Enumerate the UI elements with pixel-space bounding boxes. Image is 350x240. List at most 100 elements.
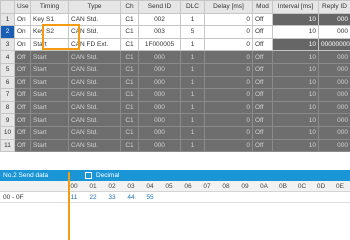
dlc-cell[interactable]: 1 — [180, 62, 205, 77]
use-cell[interactable]: On — [14, 37, 31, 52]
col-header-type[interactable]: Type — [68, 0, 121, 14]
type-cell[interactable]: CAN FD Ext. — [68, 37, 121, 52]
table-row[interactable]: 4 Off Start CAN Std. C1 000 1 0 Off 10 000 — [0, 50, 350, 64]
mod-cell[interactable]: Off — [252, 138, 273, 153]
timing-cell[interactable]: Start — [30, 37, 69, 52]
send-id-cell[interactable]: 000 — [138, 88, 181, 102]
delay-cell[interactable]: 0 — [204, 12, 253, 27]
delay-cell[interactable]: 0 — [204, 138, 253, 153]
reply-id-cell[interactable]: 000 — [318, 75, 350, 90]
type-cell[interactable]: CAN Std. — [68, 138, 121, 153]
hex-value-cell[interactable]: 33 — [102, 192, 122, 203]
send-id-cell[interactable]: 000 — [138, 138, 181, 153]
send-id-cell[interactable]: 000 — [138, 50, 181, 64]
ch-cell[interactable]: C1 — [120, 100, 139, 115]
dlc-cell[interactable]: 1 — [180, 12, 205, 27]
send-id-cell[interactable]: 000 — [138, 62, 181, 77]
type-cell[interactable]: CAN Std. — [68, 75, 121, 90]
delay-cell[interactable]: 0 — [204, 125, 253, 140]
mod-cell[interactable]: Off — [252, 88, 273, 102]
table-row[interactable]: 6 Off Start CAN Std. C1 000 1 0 Off 10 000 — [0, 75, 350, 90]
dlc-cell[interactable]: 1 — [180, 125, 205, 140]
col-header-dlc[interactable]: DLC — [180, 0, 205, 14]
mod-cell[interactable]: Off — [252, 125, 273, 140]
ch-cell[interactable]: C1 — [120, 113, 139, 127]
interval-cell[interactable]: 10 — [272, 50, 319, 64]
ch-cell[interactable]: C1 — [120, 138, 139, 153]
mod-cell[interactable]: Off — [252, 37, 273, 52]
use-cell[interactable]: Off — [14, 100, 31, 115]
use-cell[interactable]: Off — [14, 62, 31, 77]
type-cell[interactable]: CAN Std. — [68, 125, 121, 140]
use-cell[interactable]: On — [14, 12, 31, 27]
reply-id-cell[interactable]: 000 — [318, 125, 350, 140]
table-row[interactable]: 7 Off Start CAN Std. C1 000 1 0 Off 10 000 — [0, 88, 350, 102]
ch-cell[interactable]: C1 — [120, 88, 139, 102]
hex-value-cell[interactable]: 22 — [83, 192, 103, 203]
use-cell[interactable]: Off — [14, 125, 31, 140]
delay-cell[interactable]: 0 — [204, 75, 253, 90]
timing-cell[interactable]: Start — [30, 100, 69, 115]
dlc-cell[interactable]: 1 — [180, 50, 205, 64]
delay-cell[interactable]: 0 — [204, 113, 253, 127]
reply-id-cell[interactable]: 000 — [318, 50, 350, 64]
use-cell[interactable]: Off — [14, 113, 31, 127]
hex-value-cell[interactable]: 11 — [64, 192, 84, 203]
timing-cell[interactable]: Start — [30, 113, 69, 127]
ch-cell[interactable]: C1 — [120, 125, 139, 140]
timing-cell[interactable]: Start — [30, 138, 69, 153]
table-row[interactable]: 2 On Key S2 CAN Std. C1 003 5 0 Off 10 000 — [0, 25, 350, 39]
interval-cell[interactable]: 10 — [272, 113, 319, 127]
ch-cell[interactable]: C1 — [120, 62, 139, 77]
hex-value-cell[interactable]: 44 — [121, 192, 141, 203]
col-header-mod[interactable]: Mod — [252, 0, 273, 14]
reply-id-cell[interactable]: 000 — [318, 100, 350, 115]
timing-cell[interactable]: Start — [30, 88, 69, 102]
timing-cell[interactable]: Start — [30, 50, 69, 64]
type-cell[interactable]: CAN Std. — [68, 88, 121, 102]
col-header-ch[interactable]: Ch — [120, 0, 139, 14]
dlc-cell[interactable]: 1 — [180, 100, 205, 115]
ch-cell[interactable]: C1 — [120, 25, 139, 39]
table-row[interactable]: 11 Off Start CAN Std. C1 000 1 0 Off 10 000 — [0, 138, 350, 153]
col-header-send-id[interactable]: Send ID — [138, 0, 181, 14]
reply-id-cell[interactable]: 000 — [318, 12, 350, 27]
interval-cell[interactable]: 10 — [272, 100, 319, 115]
type-cell[interactable]: CAN Std. — [68, 12, 121, 27]
col-header-reply-id[interactable]: Reply ID — [318, 0, 350, 14]
interval-cell[interactable]: 10 — [272, 138, 319, 153]
interval-cell[interactable]: 10 — [272, 88, 319, 102]
interval-cell[interactable]: 10 — [272, 62, 319, 77]
delay-cell[interactable]: 0 — [204, 88, 253, 102]
dlc-cell[interactable]: 1 — [180, 138, 205, 153]
mod-cell[interactable]: Off — [252, 50, 273, 64]
type-cell[interactable]: CAN Std. — [68, 50, 121, 64]
type-cell[interactable]: CAN Std. — [68, 100, 121, 115]
ch-cell[interactable]: C1 — [120, 12, 139, 27]
send-id-cell[interactable]: 000 — [138, 75, 181, 90]
mod-cell[interactable]: Off — [252, 100, 273, 115]
type-cell[interactable]: CAN Std. — [68, 25, 121, 39]
use-cell[interactable]: On — [14, 25, 31, 39]
mod-cell[interactable]: Off — [252, 25, 273, 39]
delay-cell[interactable]: 0 — [204, 62, 253, 77]
use-cell[interactable]: Off — [14, 75, 31, 90]
use-cell[interactable]: Off — [14, 138, 31, 153]
col-header-timing[interactable]: Timing — [30, 0, 69, 14]
interval-cell[interactable]: 10 — [272, 12, 319, 27]
interval-cell[interactable]: 10 — [272, 25, 319, 39]
dlc-cell[interactable]: 1 — [180, 75, 205, 90]
timing-cell[interactable]: Key S1 — [30, 12, 69, 27]
reply-id-cell[interactable]: 000 — [318, 62, 350, 77]
type-cell[interactable]: CAN Std. — [68, 62, 121, 77]
col-header-interval[interactable]: Interval [ms] — [272, 0, 319, 14]
table-row[interactable]: 1 On Key S1 CAN Std. C1 002 1 0 Off 10 000 — [0, 12, 350, 27]
dlc-cell[interactable]: 1 — [180, 88, 205, 102]
table-row[interactable]: 10 Off Start CAN Std. C1 000 1 0 Off 10 000 — [0, 125, 350, 140]
delay-cell[interactable]: 0 — [204, 50, 253, 64]
dlc-cell[interactable]: 1 — [180, 37, 205, 52]
send-id-cell[interactable]: 003 — [138, 25, 181, 39]
hex-value-cell[interactable]: 55 — [140, 192, 160, 203]
send-id-cell[interactable]: 1F000005 — [138, 37, 181, 52]
reply-id-cell[interactable]: 000 — [318, 25, 350, 39]
